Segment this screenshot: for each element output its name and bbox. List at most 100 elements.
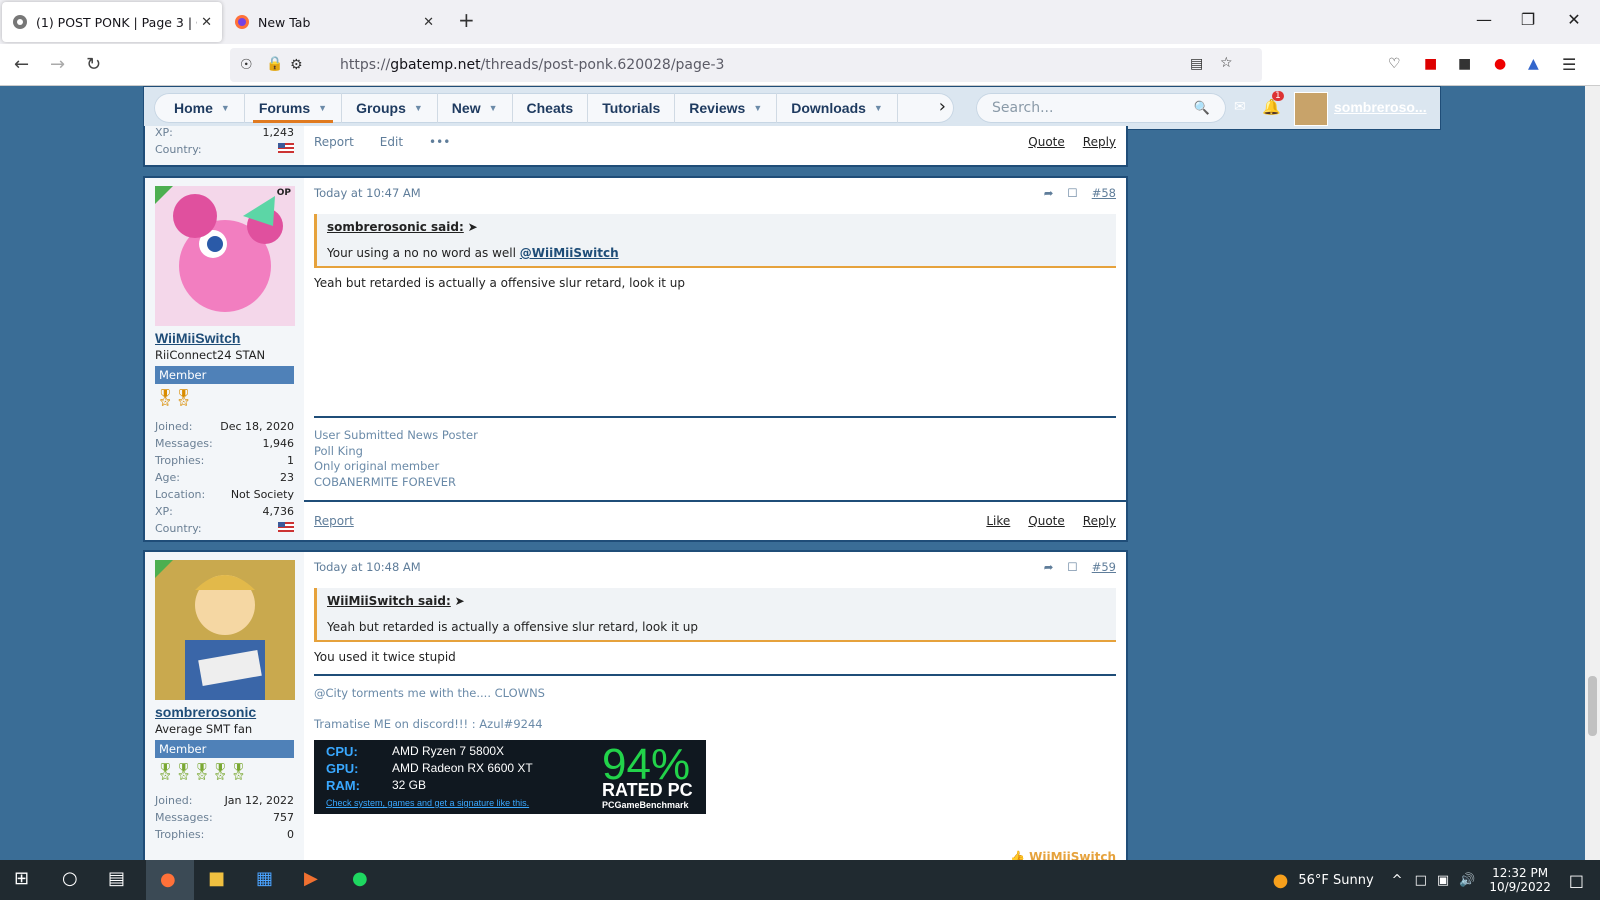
tab-active[interactable]: (1) POST PONK | Page 3 | GBAtemp.net ✕ xyxy=(2,2,222,42)
nav-tutorials[interactable]: Tutorials xyxy=(588,93,676,123)
weather-sun-icon[interactable]: ● xyxy=(1273,870,1289,891)
stat-value: Jan 12, 2022 xyxy=(224,794,294,807)
search-circle-icon[interactable]: ○ xyxy=(62,868,78,889)
caret-down-icon[interactable]: ▼ xyxy=(414,103,423,113)
back-icon[interactable]: ← xyxy=(14,54,29,75)
notifications-icon[interactable]: □ xyxy=(1569,871,1584,890)
like-link[interactable]: Like xyxy=(986,514,1010,528)
mention-link[interactable]: @WiiMiiSwitch xyxy=(520,246,619,260)
nav-cheats[interactable]: Cheats xyxy=(513,93,589,123)
post-number[interactable]: #58 xyxy=(1092,186,1116,208)
nav-label: Reviews xyxy=(689,100,746,116)
username-link[interactable]: sombrerosonic xyxy=(155,704,294,720)
medals: 🎖🎖 xyxy=(155,388,194,407)
new-tab-button[interactable]: + xyxy=(458,8,475,32)
opera-icon[interactable]: ● xyxy=(1494,56,1506,72)
file-explorer-icon[interactable]: ■ xyxy=(208,868,225,889)
bookmark-icon[interactable]: ☐ xyxy=(1067,560,1077,582)
pc-benchmark-signature[interactable]: CPU: AMD Ryzen 7 5800X GPU: AMD Radeon RX … xyxy=(314,740,706,814)
pocket-icon[interactable]: ♡ xyxy=(1388,56,1401,72)
liked-by-user[interactable]: WiiMiiSwitch xyxy=(1029,850,1116,860)
permissions-icon[interactable]: ⚙ xyxy=(290,57,303,73)
nav-forums[interactable]: Forums ▼ xyxy=(245,93,343,123)
minimize-icon[interactable]: — xyxy=(1464,10,1504,29)
account-username[interactable]: sombreroso... xyxy=(1334,99,1427,115)
caret-down-icon[interactable]: ▼ xyxy=(318,103,327,113)
liked-by-link[interactable]: 👍 WiiMiiSwitch xyxy=(1010,850,1116,860)
nav-reviews[interactable]: Reviews ▼ xyxy=(675,93,778,123)
tab-new[interactable]: New Tab ✕ xyxy=(224,2,444,42)
clock[interactable]: 12:32 PM 10/9/2022 xyxy=(1489,866,1551,894)
nav-label: New xyxy=(451,100,481,116)
quote-jump-icon[interactable]: ➤ xyxy=(468,220,478,234)
avatar[interactable] xyxy=(155,560,295,700)
quote-link[interactable]: Quote xyxy=(1028,514,1064,528)
spotify-icon[interactable]: ● xyxy=(352,868,368,889)
lock-icon[interactable]: 🔒 xyxy=(266,56,283,72)
reply-link[interactable]: Reply xyxy=(1083,135,1116,149)
bookmark-icon[interactable]: ☐ xyxy=(1067,186,1077,208)
message-column: Today at 10:47 AM ➦ ☐ #58 sombrerosonic sa… xyxy=(304,178,1126,540)
post-number[interactable]: #59 xyxy=(1092,560,1116,582)
stat-value: 757 xyxy=(273,811,294,824)
caret-down-icon[interactable]: ▼ xyxy=(874,103,883,113)
post-time[interactable]: Today at 10:47 AM xyxy=(314,186,421,208)
quote-author[interactable]: WiiMiiSwitch said: xyxy=(327,594,451,608)
more-options-icon[interactable]: ••• xyxy=(429,135,450,149)
nav-scroll-right-icon[interactable]: › xyxy=(939,96,946,117)
extension-icon[interactable]: ■ xyxy=(1424,56,1437,72)
avatar[interactable]: OP xyxy=(155,186,295,326)
inbox-icon[interactable]: ✉ xyxy=(1234,99,1246,115)
nav-home[interactable]: Home ▼ xyxy=(160,93,245,123)
task-view-icon[interactable]: ▤ xyxy=(108,868,125,889)
volume-icon[interactable]: 🔊 xyxy=(1459,873,1475,888)
username-link[interactable]: WiiMiiSwitch xyxy=(155,330,294,346)
search-input[interactable]: Search... 🔍 xyxy=(976,93,1226,123)
tray-chevron-icon[interactable]: ^ xyxy=(1392,873,1403,888)
caret-down-icon[interactable]: ▼ xyxy=(753,103,762,113)
media-player-icon[interactable]: ▶ xyxy=(304,868,318,889)
system-tray: ● 56°F Sunny ^ □ ▣ 🔊 12:32 PM 10/9/2022 □ xyxy=(1273,860,1600,900)
tab-close-icon[interactable]: ✕ xyxy=(201,15,212,30)
edit-link[interactable]: Edit xyxy=(380,135,403,149)
extension-icon[interactable]: ■ xyxy=(1458,56,1471,72)
address-bar[interactable]: ☉ 🔒 ⚙ https://gbatemp.net/threads/post-p… xyxy=(230,48,1262,82)
caret-down-icon[interactable]: ▼ xyxy=(489,103,498,113)
share-icon[interactable]: ➦ xyxy=(1044,186,1054,208)
reload-icon[interactable]: ↻ xyxy=(86,54,101,75)
network-icon[interactable]: ▣ xyxy=(1437,873,1449,888)
extension-icon[interactable]: ▲ xyxy=(1528,56,1539,72)
bookmark-star-icon[interactable]: ☆ xyxy=(1220,55,1233,71)
search-icon[interactable]: 🔍 xyxy=(1194,101,1210,116)
share-icon[interactable]: ➦ xyxy=(1044,560,1054,582)
window-close-icon[interactable]: ✕ xyxy=(1554,10,1594,29)
nav-groups[interactable]: Groups ▼ xyxy=(342,93,438,123)
menu-icon[interactable]: ☰ xyxy=(1562,55,1576,74)
report-link[interactable]: Report xyxy=(314,135,354,149)
user-avatar[interactable] xyxy=(1294,92,1328,126)
windows-start-icon[interactable]: ⊞ xyxy=(14,868,29,889)
tab-close-icon[interactable]: ✕ xyxy=(423,15,434,30)
page-scrollbar[interactable] xyxy=(1585,86,1600,860)
nav-new[interactable]: New ▼ xyxy=(438,93,513,123)
nav-downloads[interactable]: Downloads ▼ xyxy=(777,93,898,123)
forward-icon[interactable]: → xyxy=(50,54,65,75)
quote-author[interactable]: sombrerosonic said: xyxy=(327,220,464,234)
brand-name: PCGameBenchmark xyxy=(602,800,689,810)
caret-down-icon[interactable]: ▼ xyxy=(221,103,230,113)
restore-icon[interactable]: ❐ xyxy=(1508,10,1548,29)
quote-jump-icon[interactable]: ➤ xyxy=(455,594,465,608)
tab-title: New Tab xyxy=(258,14,311,30)
meet-icon[interactable]: □ xyxy=(1415,873,1427,888)
weather-text[interactable]: 56°F Sunny xyxy=(1298,873,1373,888)
scrollbar-thumb[interactable] xyxy=(1588,676,1597,736)
signature-promo-link[interactable]: Check system, games and get a signature … xyxy=(326,798,529,808)
firefox-taskbar-icon[interactable]: ● xyxy=(146,860,194,900)
shield-icon[interactable]: ☉ xyxy=(240,57,253,73)
report-link[interactable]: Report xyxy=(314,514,354,528)
post-time[interactable]: Today at 10:48 AM xyxy=(314,560,421,582)
reader-view-icon[interactable]: ▤ xyxy=(1190,56,1203,72)
quote-link[interactable]: Quote xyxy=(1028,135,1064,149)
reply-link[interactable]: Reply xyxy=(1083,514,1116,528)
store-icon[interactable]: ▦ xyxy=(256,868,273,889)
